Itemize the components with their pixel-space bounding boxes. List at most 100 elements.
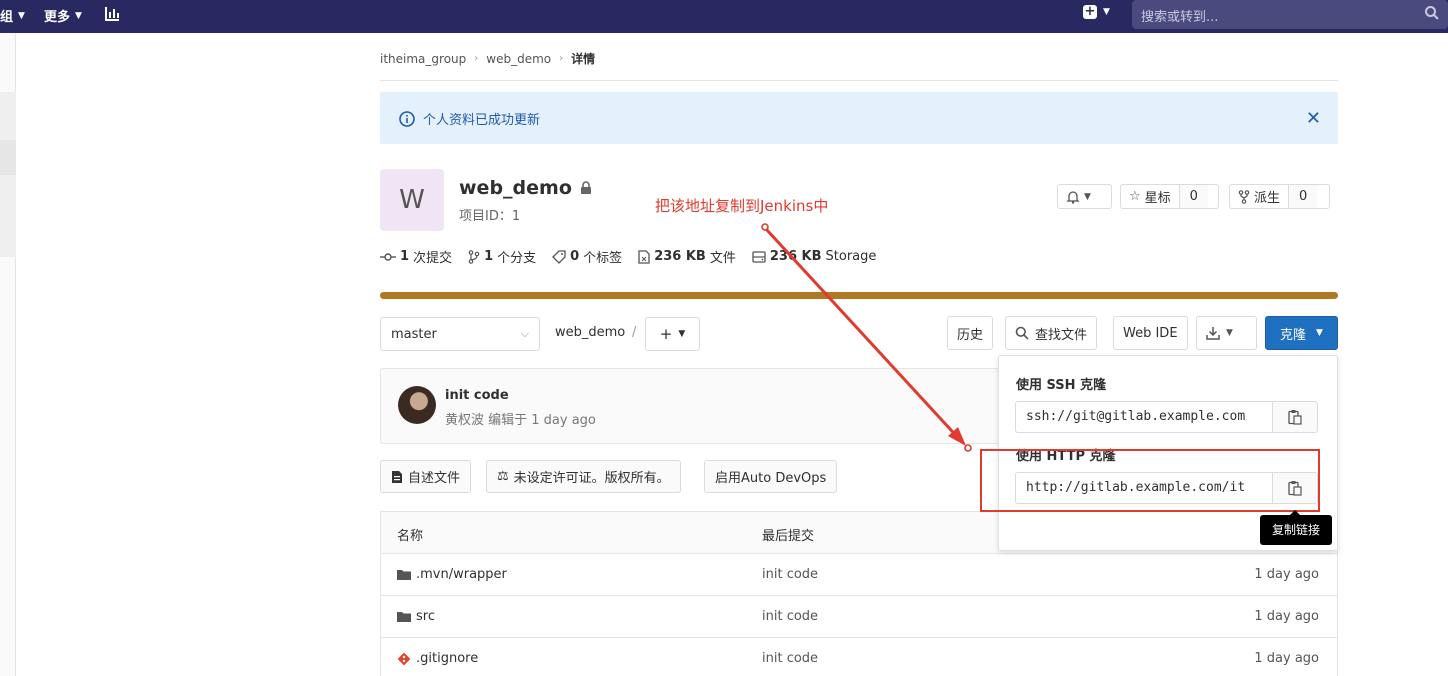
- file-name-cell[interactable]: .gitignore: [397, 651, 478, 666]
- copy-ssh-button[interactable]: [1272, 401, 1318, 433]
- breadcrumb-current[interactable]: 详情: [571, 50, 595, 67]
- fork-count[interactable]: 0: [1288, 185, 1318, 208]
- annotation-highlight-box: [980, 449, 1320, 512]
- chevron-down-icon: ▼: [18, 10, 25, 21]
- stat-branches[interactable]: 1 个分支: [468, 247, 536, 266]
- search-icon: [1015, 326, 1029, 340]
- plus-icon: +: [659, 325, 673, 343]
- language-bar[interactable]: [380, 292, 1338, 299]
- stat-storage-label: Storage: [825, 249, 877, 264]
- notification-button[interactable]: ▼: [1057, 184, 1112, 209]
- divider: [380, 80, 1338, 81]
- stat-storage[interactable]: 236 KB Storage: [752, 249, 877, 264]
- history-button[interactable]: 历史: [947, 316, 994, 350]
- stat-tags-count: 0: [570, 249, 580, 264]
- analytics-icon[interactable]: [103, 5, 121, 23]
- breadcrumb-group-link[interactable]: itheima_group: [380, 52, 466, 66]
- project-id: 项目ID：1: [459, 209, 521, 224]
- chevron-down-icon: ▼: [678, 329, 686, 339]
- document-icon: [392, 470, 402, 483]
- table-row[interactable]: .mvn/wrapper init code 1 day ago: [381, 554, 1337, 596]
- download-icon: [1206, 327, 1220, 340]
- web-ide-button[interactable]: Web IDE: [1113, 316, 1188, 350]
- stat-files[interactable]: 236 KB 文件: [638, 247, 736, 266]
- chevron-down-icon: ⌵: [520, 327, 529, 340]
- commit-time: 1 day ago: [1254, 651, 1319, 666]
- table-row[interactable]: src init code 1 day ago: [381, 596, 1337, 638]
- file-name-cell[interactable]: src: [397, 609, 435, 624]
- lock-icon: [580, 181, 591, 194]
- auto-devops-label: 启用Auto DevOps: [715, 471, 827, 486]
- star-action[interactable]: ☆ 星标: [1121, 185, 1179, 208]
- breadcrumb: itheima_group › web_demo › 详情: [380, 50, 595, 67]
- star-count[interactable]: 0: [1178, 185, 1208, 208]
- repo-path-link[interactable]: web_demo: [555, 325, 625, 340]
- more-menu-label: 更多: [44, 10, 71, 25]
- stat-commits[interactable]: 1 次提交: [380, 247, 452, 266]
- breadcrumb-project-link[interactable]: web_demo: [486, 52, 551, 66]
- sidebar-item-active[interactable]: [0, 140, 16, 175]
- groups-menu[interactable]: 组 ▼: [0, 6, 25, 25]
- star-button[interactable]: ☆ 星标 0: [1120, 184, 1219, 209]
- project-name: web_demo: [459, 177, 572, 199]
- file-icon: [638, 249, 650, 264]
- close-icon[interactable]: ✕: [1306, 108, 1321, 129]
- flash-message: 个人资料已成功更新: [423, 113, 541, 128]
- sidebar-item[interactable]: [0, 92, 16, 140]
- clipboard-icon: [1288, 410, 1302, 425]
- info-icon: [399, 111, 415, 127]
- git-icon: [397, 652, 411, 665]
- search-placeholder: 搜索或转到...: [1141, 10, 1219, 25]
- commit-message-link[interactable]: init code: [762, 651, 818, 666]
- column-header-last-commit: 最后提交: [762, 529, 815, 544]
- sidebar-item[interactable]: [0, 175, 16, 257]
- chevron-down-icon: ▼: [1103, 7, 1110, 17]
- license-label: 未设定许可证。版权所有。: [513, 471, 670, 486]
- readme-button[interactable]: 自述文件: [380, 460, 472, 493]
- auto-devops-button[interactable]: 启用Auto DevOps: [704, 460, 838, 493]
- star-label: 星标: [1144, 191, 1171, 206]
- branch-icon: [468, 249, 480, 264]
- fork-button[interactable]: 派生 0: [1229, 184, 1330, 209]
- commit-message-link[interactable]: init code: [762, 567, 818, 582]
- clone-button[interactable]: 克隆 ▼: [1265, 316, 1338, 350]
- more-menu[interactable]: 更多 ▼: [44, 6, 82, 25]
- avatar[interactable]: [398, 386, 436, 424]
- commit-message-link[interactable]: init code: [762, 609, 818, 624]
- license-button[interactable]: ⚖ 未设定许可证。版权所有。: [486, 460, 681, 493]
- add-file-dropdown[interactable]: + ▼: [645, 317, 700, 351]
- fork-action[interactable]: 派生: [1230, 185, 1288, 208]
- readme-label: 自述文件: [408, 471, 461, 486]
- file-name: .gitignore: [416, 651, 479, 666]
- folder-icon: [397, 569, 411, 580]
- project-stats: 1 次提交 1 个分支 0 个标签 236 KB 文件 236 KB Storage: [380, 247, 892, 266]
- chevron-down-icon: ▼: [75, 10, 82, 21]
- chevron-down-icon: ▼: [1084, 191, 1091, 202]
- history-label: 历史: [957, 327, 984, 343]
- chevron-right-icon: ›: [559, 53, 564, 64]
- tag-icon: [552, 249, 566, 264]
- find-file-button[interactable]: 查找文件: [1005, 316, 1098, 350]
- ssh-url-field[interactable]: ssh://git@gitlab.example.com: [1015, 401, 1273, 433]
- commit-title-link[interactable]: init code: [445, 388, 509, 403]
- stat-tags-label: 个标签: [583, 251, 623, 266]
- table-row[interactable]: .gitignore init code 1 day ago: [381, 638, 1337, 676]
- chevron-down-icon: ▼: [1316, 328, 1323, 338]
- flash-notice: 个人资料已成功更新 ✕: [380, 92, 1338, 144]
- stat-files-size: 236 KB: [654, 249, 706, 264]
- bell-icon: [1066, 190, 1080, 204]
- branch-selector[interactable]: master ⌵: [380, 317, 540, 351]
- stat-files-label: 文件: [709, 251, 736, 266]
- stat-tags[interactable]: 0 个标签: [552, 247, 622, 266]
- download-button[interactable]: ▼: [1196, 316, 1257, 350]
- stat-commits-count: 1: [400, 249, 410, 264]
- commit-time: 1 day ago: [1254, 609, 1319, 624]
- search-input[interactable]: 搜索或转到...: [1132, 0, 1448, 29]
- star-icon: ☆: [1129, 189, 1141, 204]
- stat-commits-label: 次提交: [413, 251, 453, 266]
- file-name-cell[interactable]: .mvn/wrapper: [397, 567, 507, 582]
- new-item-button[interactable]: + ▼: [1083, 5, 1110, 19]
- annotation-text: 把该地址复制到Jenkins中: [655, 197, 829, 215]
- column-header-name: 名称: [397, 529, 424, 544]
- file-name: src: [416, 609, 435, 624]
